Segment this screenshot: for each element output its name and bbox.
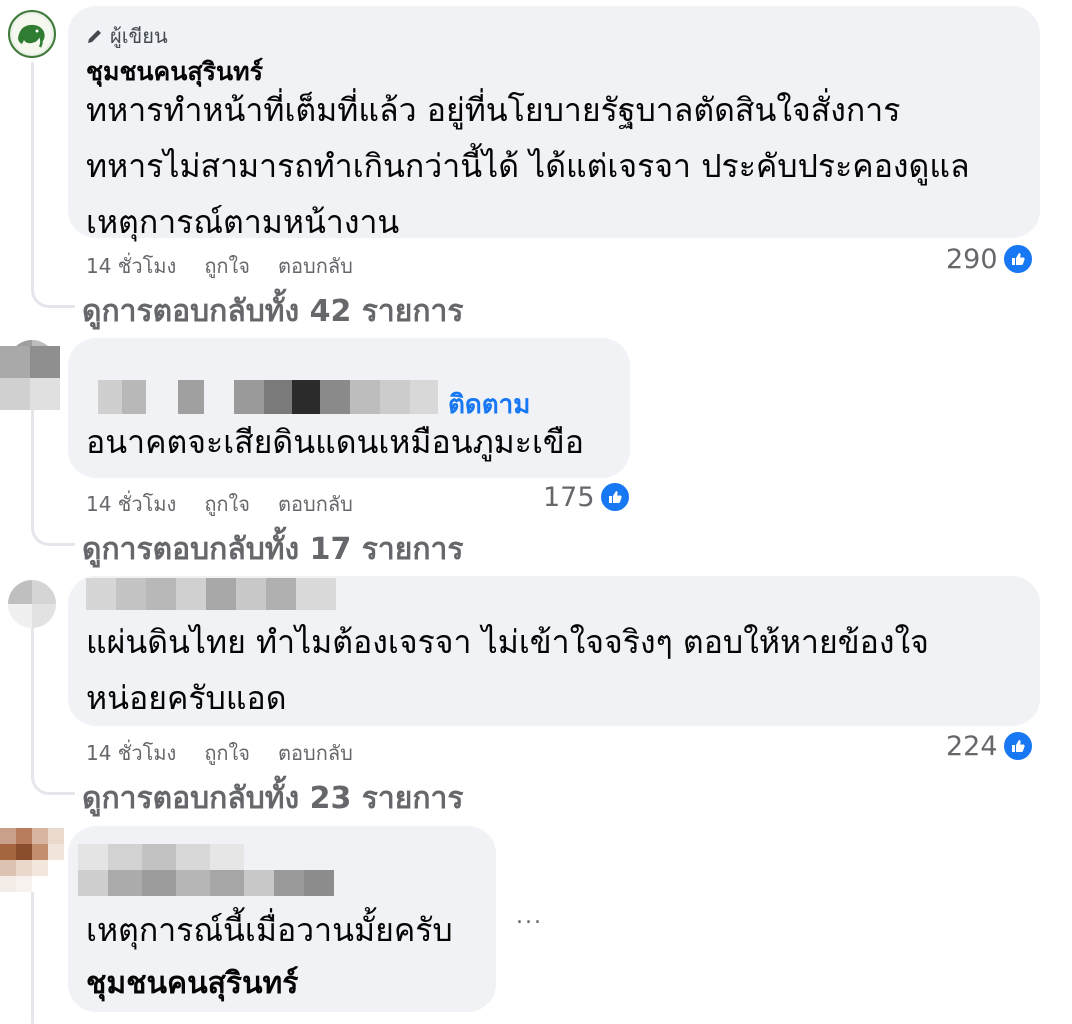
blurred-author-name[interactable] <box>98 380 438 414</box>
view-replies-link[interactable]: ดูการตอบกลับทั้ง 42 รายการ <box>82 288 463 335</box>
thumbs-up-icon <box>1011 740 1025 752</box>
author-badge: ผู้เขียน <box>86 20 168 52</box>
mention-link[interactable]: ชุมชนคนสุรินทร์ <box>86 960 298 1007</box>
comment-text-line: หน่อยครับแอด <box>86 679 287 717</box>
thread-line <box>31 398 34 526</box>
pencil-icon <box>88 30 101 43</box>
author-badge-label: ผู้เขียน <box>110 24 168 48</box>
thread-connector <box>31 524 75 546</box>
comment-text-line: ทหารไม่สามารถทำเกินกว่านี้ได้ ได้แต่เจรจ… <box>86 147 970 185</box>
comment-time[interactable]: 14 ชั่วโมง <box>86 488 176 520</box>
view-replies-link[interactable]: ดูการตอบกลับทั้ง 17 รายการ <box>82 526 463 573</box>
view-replies-link[interactable]: ดูการตอบกลับทั้ง 23 รายการ <box>82 775 463 822</box>
reply-action[interactable]: ตอบกลับ <box>278 737 353 769</box>
comment-text-line: ทหารทำหน้าที่เต็มที่แล้ว อยู่ที่นโยบายรั… <box>86 91 901 129</box>
comment-actions: 14 ชั่วโมง ถูกใจ ตอบกลับ <box>86 488 353 520</box>
comment-bubble: ผู้เขียน ชุมชนคนสุรินทร์ ทหารทำหน้าที่เต… <box>68 6 1040 241</box>
thumbs-up-icon <box>1011 253 1025 265</box>
comment-time[interactable]: 14 ชั่วโมง <box>86 737 176 769</box>
comment-text-line: เหตุการณ์ตามหน้างาน <box>86 203 400 241</box>
comment-bubble: แผ่นดินไทย ทำไมต้องเจรจา ไม่เข้าใจจริงๆ … <box>68 576 1040 726</box>
avatar[interactable] <box>0 828 64 892</box>
comment-text-line: แผ่นดินไทย ทำไมต้องเจรจา ไม่เข้าใจจริงๆ … <box>86 623 929 661</box>
thread-connector <box>31 286 75 308</box>
reaction-summary[interactable]: 224 <box>946 730 1034 762</box>
like-icon <box>1001 243 1034 275</box>
avatar[interactable] <box>8 10 56 58</box>
avatar[interactable] <box>8 580 56 628</box>
blurred-author-name[interactable] <box>86 578 336 610</box>
like-icon <box>1001 730 1034 762</box>
reaction-summary[interactable]: 175 <box>543 481 631 513</box>
comment-text-line: อนาคตจะเสียดินแดนเหมือนภูมะเขือ <box>86 423 584 461</box>
like-action[interactable]: ถูกใจ <box>204 250 250 282</box>
elephant-logo-icon <box>12 14 52 54</box>
reaction-count: 224 <box>946 730 998 762</box>
comment-text: ทหารทำหน้าที่เต็มที่แล้ว อยู่ที่นโยบายรั… <box>86 82 970 250</box>
blurred-name <box>0 346 60 410</box>
comment-text-line: เหตุการณ์นี้เมื่อวานมั้ยครับ <box>86 911 453 949</box>
comment-text: เหตุการณ์นี้เมื่อวานมั้ยครับ <box>86 902 453 958</box>
thread-line <box>31 880 34 1024</box>
reply-action[interactable]: ตอบกลับ <box>278 250 353 282</box>
like-action[interactable]: ถูกใจ <box>204 488 250 520</box>
like-action[interactable]: ถูกใจ <box>204 737 250 769</box>
comment-bubble: เหตุการณ์นี้เมื่อวานมั้ยครับ ชุมชนคนสุริ… <box>68 826 496 1012</box>
reaction-count: 175 <box>543 481 595 513</box>
comment-actions: 14 ชั่วโมง ถูกใจ ตอบกลับ <box>86 737 353 769</box>
comment-text: แผ่นดินไทย ทำไมต้องเจรจา ไม่เข้าใจจริงๆ … <box>86 614 929 726</box>
like-icon <box>598 481 631 513</box>
comment-text: อนาคตจะเสียดินแดนเหมือนภูมะเขือ <box>86 414 584 470</box>
reaction-summary[interactable]: 290 <box>946 243 1034 275</box>
reaction-count: 290 <box>946 243 998 275</box>
thread-connector <box>31 773 75 795</box>
thread-line <box>31 625 34 775</box>
comment-time[interactable]: 14 ชั่วโมง <box>86 250 176 282</box>
blurred-author-name[interactable] <box>68 844 334 896</box>
thumbs-up-icon <box>608 491 622 503</box>
thread-line <box>31 62 34 288</box>
comment-bubble: ติดตาม อนาคตจะเสียดินแดนเหมือนภูมะเขือ <box>68 338 630 478</box>
comment-actions: 14 ชั่วโมง ถูกใจ ตอบกลับ <box>86 250 353 282</box>
reply-action[interactable]: ตอบกลับ <box>278 488 353 520</box>
more-options-icon[interactable]: ... <box>516 904 543 929</box>
